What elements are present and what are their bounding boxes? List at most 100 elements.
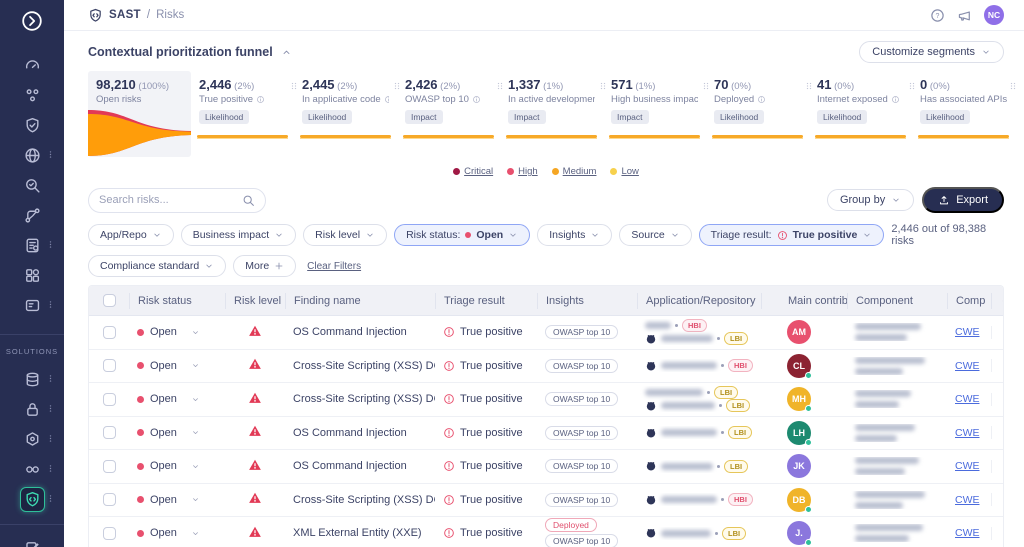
chev-down-icon[interactable]	[191, 361, 200, 370]
sidebar-item-components[interactable]	[0, 260, 64, 290]
risk-status-cell[interactable]: Open	[129, 326, 225, 338]
clear-filters-link[interactable]: Clear Filters	[307, 261, 361, 272]
redacted-name[interactable]	[661, 463, 713, 470]
sidebar-item-cicd-security[interactable]	[0, 454, 64, 484]
finding-name-cell[interactable]: XML External Entity (XXE)	[285, 527, 435, 539]
column-header-risk-level[interactable]: Risk level	[225, 293, 285, 309]
filter-chip-risk-level[interactable]: Risk level	[303, 224, 387, 246]
column-header-component[interactable]: Component	[847, 293, 947, 309]
filter-chip-business-impact[interactable]: Business impact	[181, 224, 296, 246]
column-header-insights[interactable]: Insights	[537, 293, 637, 309]
insight-chip[interactable]: OWASP top 10	[545, 534, 618, 547]
funnel-segment-8[interactable]: 41 (0%)Internet exposedLikelihood	[809, 71, 912, 157]
filter-chip-source[interactable]: Source	[619, 224, 691, 246]
redacted-name[interactable]	[645, 322, 671, 329]
drag-handle[interactable]	[1009, 79, 1017, 97]
sidebar-item-governance[interactable]	[0, 290, 64, 320]
table-row[interactable]: OpenCross-Site Scripting (XSS) DO...True…	[89, 350, 1003, 384]
table-row[interactable]: OpenCross-Site Scripting (XSS) DO...True…	[89, 484, 1003, 518]
column-header-application-repository[interactable]: Application/Repository	[637, 293, 761, 309]
item-menu-icon[interactable]	[46, 430, 55, 448]
cwe-link[interactable]: CWE	[955, 326, 980, 338]
column-header-main-contributor[interactable]: Main contributor	[761, 293, 847, 309]
search-input[interactable]	[99, 194, 239, 206]
insight-chip[interactable]: Deployed	[545, 518, 597, 532]
table-row[interactable]: OpenOS Command InjectionTrue positiveOWA…	[89, 316, 1003, 350]
row-checkbox[interactable]	[103, 426, 116, 439]
kebab-icon[interactable]	[1000, 326, 1004, 339]
announcements-icon[interactable]	[957, 8, 972, 23]
risk-status-cell[interactable]: Open	[129, 427, 225, 439]
insight-chip[interactable]: OWASP top 10	[545, 325, 618, 339]
table-row[interactable]: OpenOS Command InjectionTrue positiveOWA…	[89, 450, 1003, 484]
insight-chip[interactable]: OWASP top 10	[545, 392, 618, 406]
column-header-triage-result[interactable]: Triage result	[435, 293, 537, 309]
redacted-name[interactable]	[661, 429, 717, 436]
redacted-name[interactable]	[661, 362, 717, 369]
row-checkbox[interactable]	[103, 326, 116, 339]
finding-name-cell[interactable]: Cross-Site Scripting (XSS) DO...	[285, 360, 435, 372]
contributor-avatar[interactable]: JK	[787, 454, 811, 478]
row-checkbox[interactable]	[103, 527, 116, 540]
redacted-name[interactable]	[661, 496, 717, 503]
sidebar-item-supply-chain[interactable]	[0, 364, 64, 394]
sidebar-item-inventory[interactable]	[0, 140, 64, 170]
row-checkbox[interactable]	[103, 359, 116, 372]
legend-critical[interactable]: Critical	[453, 166, 493, 177]
sidebar-item-api-security[interactable]	[0, 424, 64, 454]
header-select-all[interactable]	[89, 293, 129, 309]
collapse-funnel-icon[interactable]	[281, 47, 292, 58]
risk-status-cell[interactable]: Open	[129, 360, 225, 372]
logo-icon[interactable]	[21, 10, 43, 32]
contributor-avatar[interactable]: J.	[787, 521, 811, 545]
legend-medium[interactable]: Medium	[552, 166, 597, 177]
item-menu-icon[interactable]	[46, 400, 55, 418]
chev-down-icon[interactable]	[191, 428, 200, 437]
finding-name-cell[interactable]: OS Command Injection	[285, 326, 435, 338]
item-menu-icon[interactable]	[46, 146, 55, 164]
insight-chip[interactable]: OWASP top 10	[545, 426, 618, 440]
drag-handle[interactable]	[290, 79, 298, 97]
column-header-risk-status[interactable]: Risk status	[129, 293, 225, 309]
cwe-link[interactable]: CWE	[955, 494, 980, 506]
drag-handle[interactable]	[496, 79, 504, 97]
insight-chip[interactable]: OWASP top 10	[545, 359, 618, 373]
kebab-icon[interactable]	[1000, 493, 1004, 506]
risk-status-cell[interactable]: Open	[129, 494, 225, 506]
column-header-finding-name[interactable]: Finding name	[285, 293, 435, 309]
plus-icon[interactable]	[1001, 295, 1005, 307]
filter-chip-more[interactable]: More	[233, 255, 296, 277]
finding-name-cell[interactable]: Cross-Site Scripting (XSS) DO...	[285, 494, 435, 506]
filter-chip-compliance-standard[interactable]: Compliance standard	[88, 255, 226, 277]
row-checkbox[interactable]	[103, 393, 116, 406]
chev-down-icon[interactable]	[191, 529, 200, 538]
breadcrumb-product[interactable]: SAST	[109, 9, 141, 21]
item-menu-icon[interactable]	[46, 236, 55, 254]
cwe-link[interactable]: CWE	[955, 527, 980, 539]
legend-high[interactable]: High	[507, 166, 538, 177]
select-all-checkbox[interactable]	[103, 294, 116, 307]
item-menu-icon[interactable]	[46, 490, 55, 508]
drag-handle[interactable]	[908, 79, 916, 97]
row-checkbox[interactable]	[103, 493, 116, 506]
drag-handle[interactable]	[599, 79, 607, 97]
funnel-segment-9[interactable]: 0 (0%)Has associated APIsLikelihood	[912, 71, 1015, 157]
risk-status-cell[interactable]: Open	[129, 460, 225, 472]
legend-low[interactable]: Low	[610, 166, 638, 177]
filter-chip-triage-result-[interactable]: Triage result:True positive	[699, 224, 885, 246]
help-icon[interactable]: ?	[930, 8, 945, 23]
cwe-link[interactable]: CWE	[955, 360, 980, 372]
row-checkbox[interactable]	[103, 460, 116, 473]
user-avatar[interactable]: NC	[984, 5, 1004, 25]
contributor-avatar[interactable]: AM	[787, 320, 811, 344]
item-menu-icon[interactable]	[46, 296, 55, 314]
finding-name-cell[interactable]: OS Command Injection	[285, 460, 435, 472]
sidebar-item-explorer[interactable]	[0, 170, 64, 200]
sidebar-item-sast[interactable]	[0, 484, 64, 514]
funnel-segment-3[interactable]: 2,445 (2%)In applicative codeLikelihood	[294, 71, 397, 157]
contributor-avatar[interactable]: DB	[787, 488, 811, 512]
kebab-icon[interactable]	[1000, 359, 1004, 372]
kebab-icon[interactable]	[1000, 393, 1004, 406]
sidebar-item-secrets[interactable]	[0, 394, 64, 424]
help-icon[interactable]: ?	[930, 8, 945, 23]
